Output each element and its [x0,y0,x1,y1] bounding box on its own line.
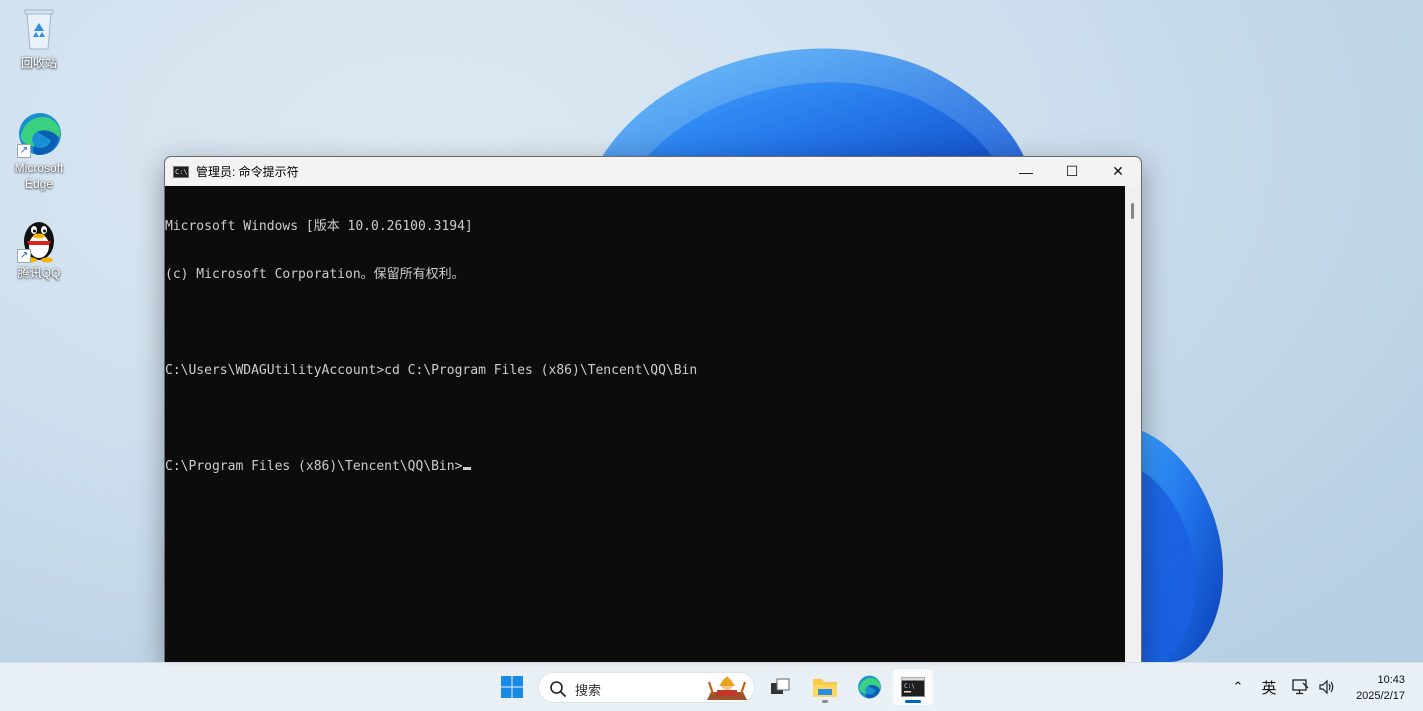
desktop-icon-tencent-qq[interactable]: ↗ 腾讯QQ [1,215,77,281]
windows-logo-icon [501,676,523,698]
text-cursor [463,467,472,470]
show-hidden-icons-chevron-icon[interactable]: ⌃ [1226,679,1250,695]
edge-icon: ↗ [15,110,63,158]
desktop-icon-label: 回收站 [20,56,57,70]
window-titlebar[interactable]: C:\ 管理员: 命令提示符 — ☐ ✕ [165,157,1141,186]
cmd-icon: C:\ [901,677,925,697]
minimize-button[interactable]: — [1003,157,1049,186]
search-highlight-illustration [707,676,747,700]
system-tray: ⌃ 英 [1226,663,1340,711]
edge-icon [858,675,881,699]
desktop-icon-recycle-bin[interactable]: 回收站 [1,5,77,71]
input-method-indicator[interactable]: 英 [1250,677,1288,698]
recycle-bin-icon [15,5,63,53]
search-icon [550,681,566,697]
taskbar-microsoft-edge[interactable] [849,669,889,705]
taskbar-search[interactable]: 搜索 [538,672,755,703]
taskbar-command-prompt[interactable]: C:\ [893,669,933,705]
desktop-icon-label: Microsoft Edge [14,161,64,191]
desktop-icon-microsoft-edge[interactable]: ↗ Microsoft Edge [1,110,77,192]
taskbar-clock[interactable]: 10:43 2025/2/17 [1356,672,1405,704]
qq-penguin-icon: ↗ [15,215,63,263]
taskbar-file-explorer[interactable] [805,669,845,705]
network-monitor-icon [1292,679,1309,695]
network-icon[interactable] [1288,679,1314,695]
cmd-icon: C:\ [173,165,189,178]
command-prompt-window[interactable]: C:\ 管理员: 命令提示符 — ☐ ✕ Microsoft Windows [… [164,156,1142,666]
window-controls: — ☐ ✕ [1003,157,1141,186]
clock-date: 2025/2/17 [1356,690,1405,702]
maximize-button[interactable]: ☐ [1049,157,1095,186]
taskbar: 搜索 C:\ ⌃ 英 10:43 2025/2/17 [0,662,1423,711]
window-title: 管理员: 命令提示符 [196,165,299,179]
console-line: C:\Users\WDAGUtilityAccount>cd C:\Progra… [165,363,698,378]
close-button[interactable]: ✕ [1095,157,1141,186]
shortcut-arrow-icon: ↗ [17,249,31,263]
console-prompt: C:\Program Files (x86)\Tencent\QQ\Bin> [165,459,463,474]
running-indicator [822,700,828,703]
speaker-icon [1319,679,1334,695]
svg-text:C:\: C:\ [904,683,915,690]
clock-time: 10:43 [1377,674,1405,686]
console-output[interactable]: Microsoft Windows [版本 10.0.26100.3194] (… [165,186,1125,665]
start-button[interactable] [492,669,532,705]
scrollbar-thumb[interactable] [1131,203,1134,219]
search-placeholder: 搜索 [575,683,602,698]
shortcut-arrow-icon: ↗ [17,144,31,158]
desktop-icon-label: 腾讯QQ [17,266,61,280]
vertical-scrollbar[interactable] [1125,186,1141,665]
folder-icon [813,679,837,697]
volume-icon[interactable] [1314,679,1340,695]
taskbar-task-view[interactable] [760,669,800,705]
active-indicator [905,700,921,703]
task-view-icon [771,678,790,694]
console-line: (c) Microsoft Corporation。保留所有权利。 [165,267,465,282]
console-prompt-line[interactable]: C:\Program Files (x86)\Tencent\QQ\Bin> [165,459,1125,475]
console-line: Microsoft Windows [版本 10.0.26100.3194] [165,219,473,234]
